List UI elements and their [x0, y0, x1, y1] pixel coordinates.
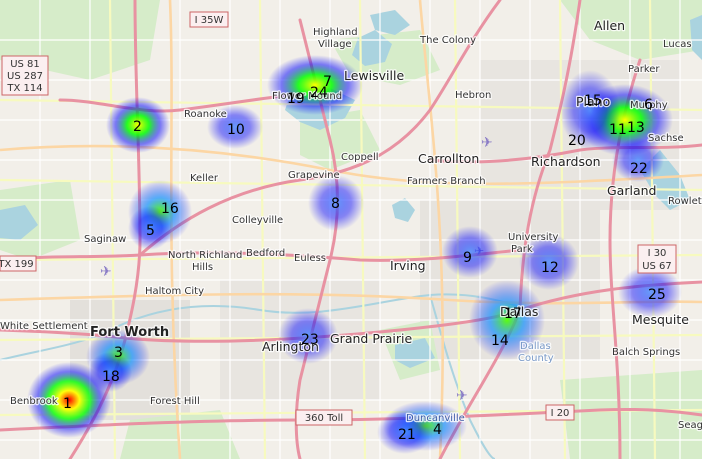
hotspot-23[interactable]: 23 [301, 332, 319, 348]
heatmap-map[interactable]: ✈ ✈ ✈ ✈ [0, 0, 702, 459]
place-keller: Keller [190, 173, 219, 184]
place-fort-worth: Fort Worth [90, 325, 169, 340]
place-dallas-county-1: Dallas [520, 341, 551, 352]
hotspot-4[interactable]: 4 [433, 422, 442, 438]
hotspot-24[interactable]: 24 [310, 85, 328, 101]
place-garland: Garland [607, 183, 656, 198]
place-mesquite: Mesquite [632, 312, 689, 327]
hotspot-3[interactable]: 3 [114, 345, 123, 361]
svg-text:I 30: I 30 [648, 248, 667, 259]
svg-text:✈: ✈ [100, 264, 112, 280]
place-colleyville: Colleyville [232, 215, 283, 226]
shield-i20: I 20 [545, 404, 575, 421]
place-highland-village-1: Highland [313, 27, 358, 38]
place-north-richland-hills-1: North Richland [168, 250, 242, 261]
place-bedford: Bedford [246, 248, 285, 259]
svg-text:TX 114: TX 114 [6, 83, 42, 94]
svg-text:US 287: US 287 [7, 71, 43, 82]
place-saginaw: Saginaw [84, 234, 126, 245]
shield-360-toll: 360 Toll [295, 409, 353, 426]
hotspot-9[interactable]: 9 [463, 250, 472, 266]
place-the-colony: The Colony [419, 35, 476, 46]
svg-text:US 81: US 81 [10, 59, 40, 70]
hotspot-17[interactable]: 17 [504, 306, 522, 322]
place-lucas: Lucas [663, 39, 692, 50]
place-highland-village-2: Village [318, 39, 352, 50]
shield-i35w: I 35W [189, 11, 229, 28]
place-rowlett: Rowlett [668, 196, 702, 207]
place-flower-mound: Flower Mound [272, 91, 342, 102]
hotspot-1[interactable]: 1 [63, 396, 72, 412]
place-grapevine: Grapevine [288, 170, 340, 181]
hotspot-12[interactable]: 12 [541, 260, 559, 276]
hotspot-22[interactable]: 22 [630, 161, 648, 177]
svg-text:✈: ✈ [456, 388, 468, 404]
svg-text:TX 199: TX 199 [0, 259, 34, 270]
place-forest-hill: Forest Hill [150, 396, 200, 407]
place-hebron: Hebron [455, 90, 491, 101]
hotspot-18[interactable]: 18 [102, 369, 120, 385]
place-euless: Euless [294, 253, 326, 264]
svg-text:360 Toll: 360 Toll [305, 413, 343, 424]
svg-text:US 67: US 67 [642, 261, 672, 272]
hotspot-19[interactable]: 19 [287, 91, 305, 107]
hotspot-6[interactable]: 6 [644, 97, 653, 113]
hotspot-14[interactable]: 14 [491, 333, 509, 349]
hotspot-25[interactable]: 25 [648, 287, 666, 303]
shield-us81: US 81 US 287 TX 114 [1, 55, 49, 96]
hotspot-16[interactable]: 16 [161, 201, 179, 217]
place-balch-springs: Balch Springs [612, 347, 680, 358]
place-coppell: Coppell [341, 152, 379, 163]
place-allen: Allen [594, 18, 625, 33]
place-lewisville: Lewisville [344, 68, 404, 83]
place-carrollton: Carrollton [418, 151, 479, 166]
shield-tx199: TX 199 [0, 255, 37, 272]
svg-text:✈: ✈ [481, 135, 493, 151]
place-dallas-county-2: County [518, 353, 554, 364]
hotspot-2[interactable]: 2 [133, 119, 142, 135]
place-irving: Irving [390, 258, 426, 273]
hotspot-13[interactable]: 13 [627, 120, 645, 136]
svg-text:I 35W: I 35W [195, 15, 224, 26]
place-roanoke: Roanoke [184, 109, 227, 120]
place-haltom-city: Haltom City [145, 286, 204, 297]
place-richardson: Richardson [531, 154, 601, 169]
base-map: ✈ ✈ ✈ ✈ [0, 0, 702, 459]
svg-text:I 20: I 20 [551, 408, 570, 419]
place-north-richland-hills-2: Hills [192, 262, 213, 273]
place-sachse: Sachse [648, 133, 684, 144]
hotspot-11[interactable]: 11 [609, 122, 627, 138]
place-university-park-2: Park [511, 244, 533, 255]
hotspot-20[interactable]: 20 [568, 133, 586, 149]
place-farmers-branch: Farmers Branch [407, 176, 486, 187]
hotspot-5[interactable]: 5 [146, 223, 155, 239]
place-parker: Parker [628, 64, 660, 75]
hotspot-10[interactable]: 10 [227, 122, 245, 138]
shield-i30: I 30 US 67 [637, 244, 677, 274]
hotspot-21[interactable]: 21 [398, 427, 416, 443]
hotspot-8[interactable]: 8 [331, 196, 340, 212]
place-benbrook: Benbrook [10, 396, 58, 407]
place-white-settlement: White Settlement [0, 321, 88, 332]
hotspot-15[interactable]: 15 [584, 93, 602, 109]
place-grand-prairie: Grand Prairie [330, 331, 413, 346]
place-seagoville: Seago [678, 420, 702, 431]
place-university-park-1: University [508, 232, 559, 243]
